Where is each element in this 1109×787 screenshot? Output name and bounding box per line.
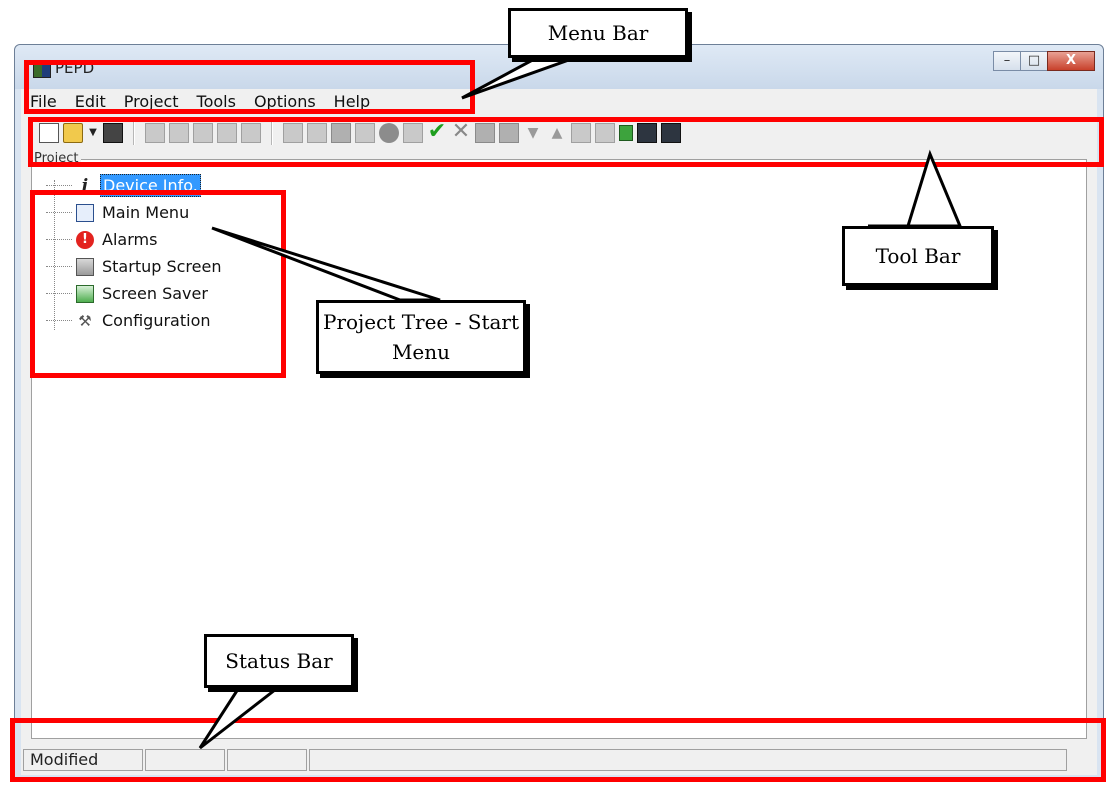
add-screen-icon[interactable] xyxy=(283,123,303,143)
minimize-button[interactable]: – xyxy=(993,51,1021,71)
menu-help[interactable]: Help xyxy=(325,92,379,111)
menu-add-icon[interactable] xyxy=(595,123,615,143)
add-image-icon[interactable] xyxy=(403,123,423,143)
client-area: File Edit Project Tools Options Help ▼ ✔… xyxy=(21,89,1097,775)
status-pane-modified: Modified xyxy=(23,749,143,771)
app-icon xyxy=(33,62,51,78)
tree-branch xyxy=(46,212,72,213)
add-numeric-icon[interactable] xyxy=(307,123,327,143)
tree-item-label: Device Info. xyxy=(100,174,201,197)
new-document-icon[interactable] xyxy=(39,123,59,143)
tree-item-label: Configuration xyxy=(102,311,211,330)
callout-status-bar-text: Status Bar xyxy=(225,649,333,673)
callout-status-bar: Status Bar xyxy=(204,634,354,688)
save-icon[interactable] xyxy=(103,123,123,143)
status-pane xyxy=(309,749,1067,771)
callout-tool-bar: Tool Bar xyxy=(842,226,994,286)
duplicate-icon[interactable] xyxy=(217,123,237,143)
toolbar-separator xyxy=(271,121,273,145)
export-icon[interactable] xyxy=(637,123,657,143)
tree-item-device-info[interactable]: i Device Info. xyxy=(46,172,223,199)
move-out-icon[interactable] xyxy=(499,123,519,143)
maximize-button[interactable]: □ xyxy=(1020,51,1048,71)
apply-check-icon[interactable]: ✔ xyxy=(427,121,447,143)
close-button[interactable]: X xyxy=(1047,51,1095,71)
menu-icon xyxy=(76,203,94,222)
tree-item-startup-screen[interactable]: Startup Screen xyxy=(46,253,223,280)
callout-project-tree-text-1: Project Tree - Start xyxy=(323,310,519,334)
tree-item-label: Main Menu xyxy=(102,203,190,222)
cancel-x-icon[interactable]: ✕ xyxy=(451,121,471,143)
callout-tool-bar-text: Tool Bar xyxy=(875,244,961,268)
callout-menu-bar-text: Menu Bar xyxy=(547,21,649,45)
move-down-icon[interactable]: ▼ xyxy=(523,123,543,143)
window-controls: – □ X xyxy=(993,51,1095,73)
tree-branch xyxy=(46,266,72,267)
tree-item-label: Startup Screen xyxy=(102,257,222,276)
paste-icon[interactable] xyxy=(193,123,213,143)
menu-project[interactable]: Project xyxy=(115,92,188,111)
add-list-icon[interactable] xyxy=(355,123,375,143)
tree-item-main-menu[interactable]: Main Menu xyxy=(46,199,223,226)
menu-tools[interactable]: Tools xyxy=(188,92,245,111)
add-element-icon[interactable] xyxy=(331,123,351,143)
copy-icon[interactable] xyxy=(169,123,189,143)
status-pane xyxy=(227,749,307,771)
close-icon: X xyxy=(1065,53,1077,68)
window-title: PEPD xyxy=(55,59,95,77)
tree-branch xyxy=(46,293,72,294)
tree-branch xyxy=(46,239,72,240)
cut-icon[interactable] xyxy=(145,123,165,143)
tools-icon: ⚒ xyxy=(78,311,92,330)
status-pane xyxy=(145,749,225,771)
open-folder-icon[interactable] xyxy=(63,123,83,143)
menu-file[interactable]: File xyxy=(21,92,66,111)
paste-special-icon[interactable] xyxy=(241,123,261,143)
menu-edit[interactable]: Edit xyxy=(66,92,115,111)
add-message-icon[interactable] xyxy=(379,123,399,143)
download-icon[interactable] xyxy=(619,125,633,141)
move-in-icon[interactable] xyxy=(475,123,495,143)
menu-item-icon[interactable] xyxy=(571,123,591,143)
callout-menu-bar: Menu Bar xyxy=(508,8,688,58)
minimize-icon: – xyxy=(1003,53,1011,68)
callout-project-tree: Project Tree - Start Menu xyxy=(316,300,526,374)
alarm-icon: ! xyxy=(76,230,94,249)
tool-bar: ▼ ✔ ✕ ▼ ▲ xyxy=(21,115,1097,151)
tree-item-alarms[interactable]: ! Alarms xyxy=(46,226,223,253)
maximize-icon: □ xyxy=(1027,53,1041,68)
dropdown-arrow-icon[interactable]: ▼ xyxy=(87,123,99,143)
tree-branch xyxy=(46,320,72,321)
menu-options[interactable]: Options xyxy=(245,92,325,111)
move-up-icon[interactable]: ▲ xyxy=(547,123,567,143)
tree-item-label: Screen Saver xyxy=(102,284,208,303)
project-panel-label: Project xyxy=(31,151,82,166)
tree-item-label: Alarms xyxy=(102,230,158,249)
tree-item-configuration[interactable]: ⚒ Configuration xyxy=(46,307,223,334)
application-window: PEPD – □ X File Edit Project Tools Optio… xyxy=(14,44,1104,780)
image-green-icon xyxy=(76,284,94,303)
tree-item-screen-saver[interactable]: Screen Saver xyxy=(46,280,223,307)
project-tree: i Device Info. Main Menu ! Alarms Startu… xyxy=(46,172,223,334)
image-icon xyxy=(76,257,94,276)
tree-branch xyxy=(46,185,72,186)
status-bar: Modified xyxy=(21,745,1097,775)
info-icon: i xyxy=(81,175,89,196)
callout-project-tree-text-2: Menu xyxy=(391,340,451,364)
export-run-icon[interactable] xyxy=(661,123,681,143)
toolbar-separator xyxy=(133,121,135,145)
menu-bar: File Edit Project Tools Options Help xyxy=(21,89,1097,113)
